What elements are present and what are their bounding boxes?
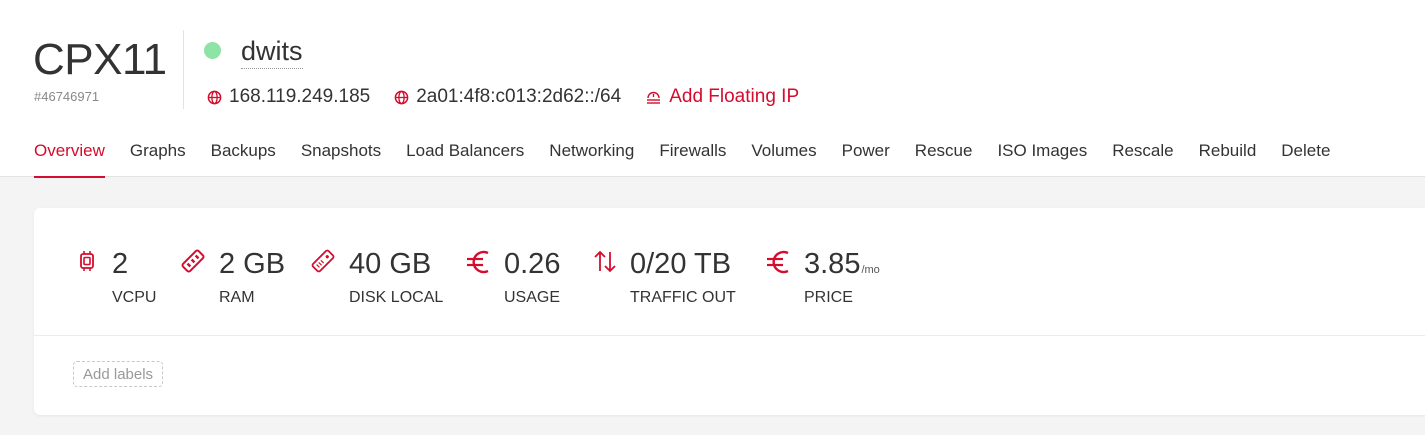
tab-power[interactable]: Power — [842, 134, 890, 177]
tab-firewalls[interactable]: Firewalls — [659, 134, 726, 177]
tab-snapshots[interactable]: Snapshots — [301, 134, 381, 177]
server-tabs: Overview Graphs Backups Snapshots Load B… — [34, 134, 1355, 178]
ram-value: 2 GB — [219, 248, 286, 280]
tab-networking[interactable]: Networking — [549, 134, 634, 177]
header-divider — [183, 30, 184, 109]
price-value-wrapper: 3.85/mo — [804, 246, 880, 288]
server-name[interactable]: dwits — [241, 34, 303, 69]
add-floating-ip-label: Add Floating IP — [669, 86, 800, 107]
add-floating-ip-button[interactable]: Add Floating IP — [645, 86, 799, 108]
ip-address-row: 168.119.249.185 2a01:4f8:c013:2d62::/64 … — [207, 85, 799, 109]
usage-value: 0.26 — [504, 248, 561, 280]
tab-rebuild[interactable]: Rebuild — [1199, 134, 1257, 177]
tab-rescale[interactable]: Rescale — [1112, 134, 1173, 177]
price-unit: /mo — [861, 264, 880, 276]
vcpu-label: VCPU — [112, 289, 157, 306]
tab-volumes[interactable]: Volumes — [751, 134, 816, 177]
ipv6-text: 2a01:4f8:c013:2d62::/64 — [416, 86, 622, 107]
tab-delete[interactable]: Delete — [1281, 134, 1330, 177]
ram-icon — [181, 249, 205, 273]
usage-label: USAGE — [504, 289, 561, 306]
globe-icon — [207, 90, 222, 104]
card-divider — [34, 335, 1425, 336]
tab-backups[interactable]: Backups — [211, 134, 276, 177]
disk-label: DISK LOCAL — [349, 289, 444, 306]
price-value: 3.85 — [804, 248, 861, 280]
tab-iso-images[interactable]: ISO Images — [997, 134, 1087, 177]
cpu-icon — [80, 251, 94, 271]
disk-icon — [311, 249, 335, 273]
ipv4-text: 168.119.249.185 — [229, 86, 371, 107]
traffic-icon — [594, 250, 616, 273]
server-header: CPX11 #46746971 dwits 168.119.249.185 2a… — [0, 0, 1425, 178]
globe-icon — [394, 90, 409, 104]
tab-overview[interactable]: Overview — [34, 134, 105, 178]
server-id: #46746971 — [34, 89, 100, 104]
price-label: PRICE — [804, 289, 853, 306]
vcpu-value: 2 — [112, 248, 129, 280]
server-overview-card: 2 VCPU 2 GB RAM 40 GB DISK LOCAL 0.26 US… — [34, 208, 1425, 415]
add-labels-button[interactable]: Add labels — [73, 361, 164, 387]
tab-rescue[interactable]: Rescue — [915, 134, 973, 177]
ipv4-address[interactable]: 168.119.249.185 — [207, 86, 370, 108]
disk-value: 40 GB — [349, 248, 432, 280]
ipv6-address[interactable]: 2a01:4f8:c013:2d62::/64 — [394, 86, 621, 108]
euro-icon — [467, 250, 489, 274]
ram-label: RAM — [219, 289, 255, 306]
status-indicator-icon — [204, 42, 221, 59]
server-type: CPX11 — [33, 35, 167, 84]
floating-ip-icon — [647, 91, 661, 104]
tab-load-balancers[interactable]: Load Balancers — [406, 134, 524, 177]
euro-icon — [767, 250, 789, 274]
traffic-value: 0/20 TB — [630, 248, 732, 280]
traffic-label: TRAFFIC OUT — [630, 289, 736, 306]
tab-graphs[interactable]: Graphs — [130, 134, 186, 177]
